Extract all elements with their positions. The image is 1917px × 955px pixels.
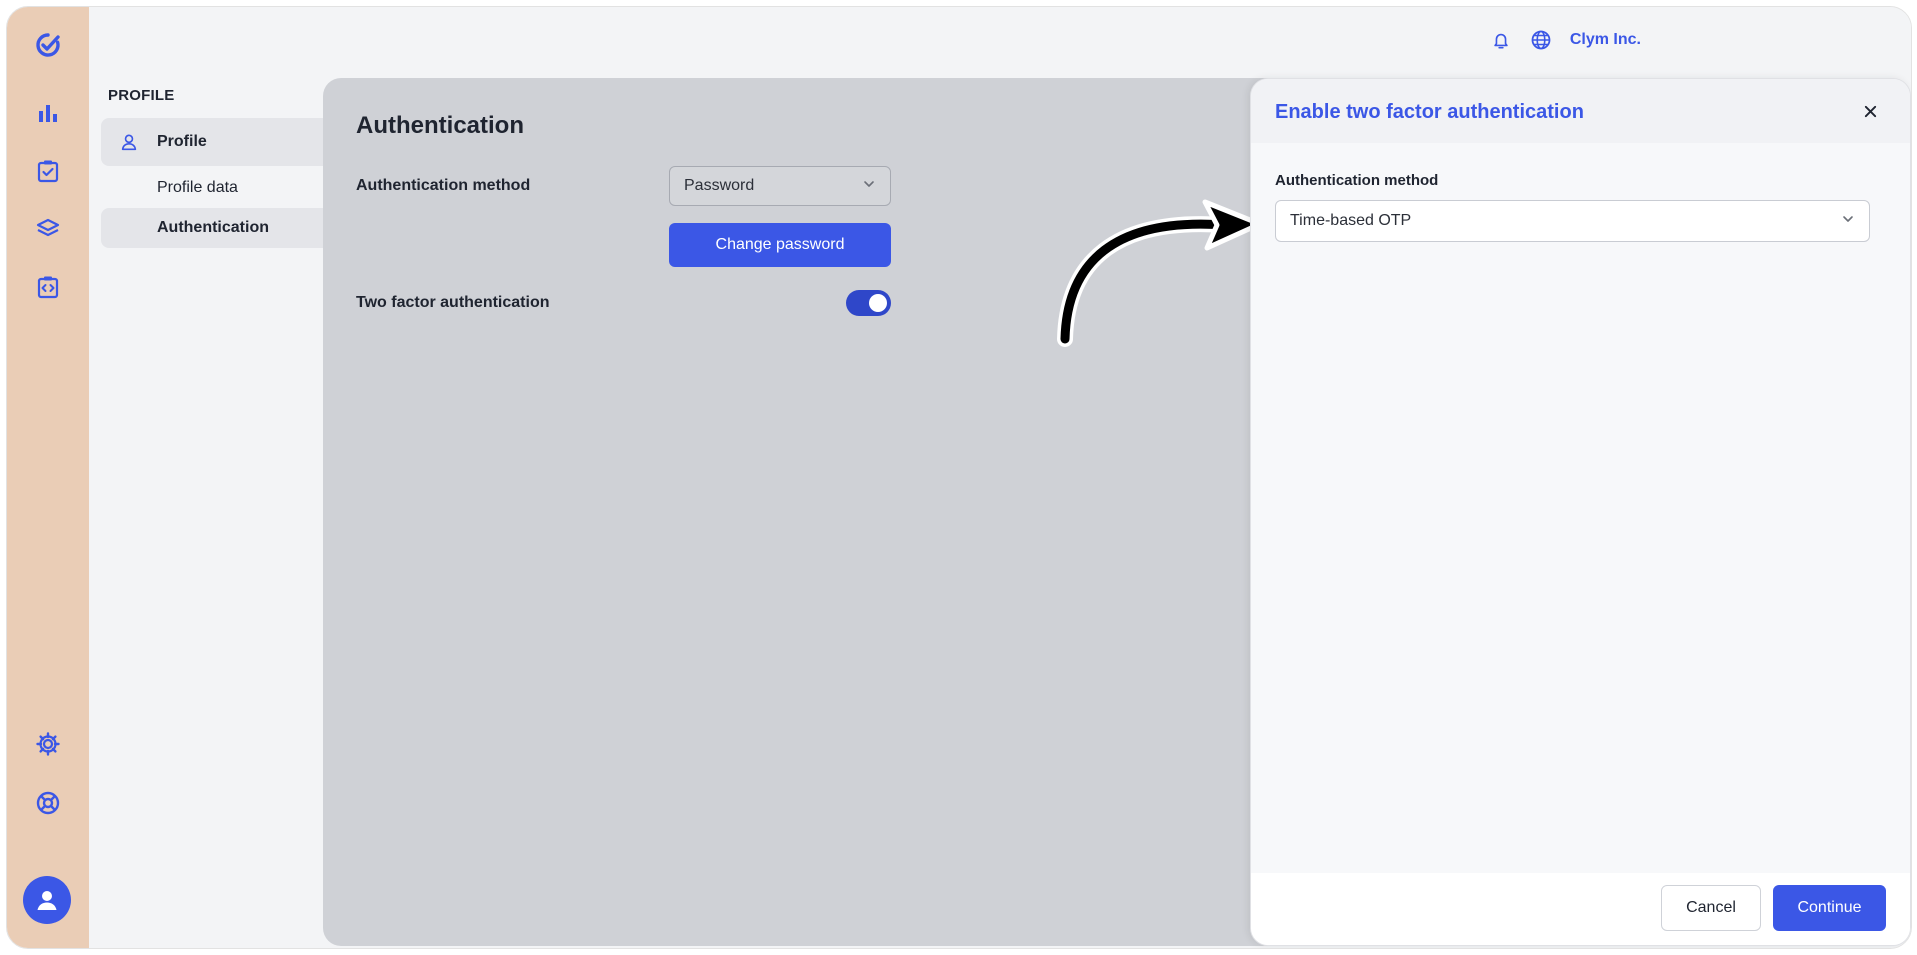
chevron-down-icon: [1841, 212, 1855, 231]
chevron-down-icon: [862, 177, 876, 196]
gear-icon[interactable]: [34, 730, 62, 758]
topbar: Clym Inc.: [1490, 29, 1641, 51]
page-title: Authentication: [356, 112, 524, 139]
company-name[interactable]: Clym Inc.: [1570, 31, 1641, 49]
panel-title: Enable two factor authentication: [1275, 101, 1584, 123]
two-factor-toggle[interactable]: [846, 290, 891, 316]
auth-method-select[interactable]: Password: [669, 166, 891, 206]
continue-button[interactable]: Continue: [1773, 885, 1886, 931]
app-frame: Clym Inc. PROFILE Profile Profile data A…: [6, 6, 1912, 949]
checklist-icon[interactable]: [34, 157, 62, 185]
layers-icon[interactable]: [34, 215, 62, 243]
code-clipboard-icon[interactable]: [34, 273, 62, 301]
lifebuoy-icon[interactable]: [34, 789, 62, 817]
annotation-arrow: [1057, 199, 1263, 347]
cancel-button[interactable]: Cancel: [1661, 885, 1761, 931]
panel-auth-method-value: Time-based OTP: [1290, 212, 1412, 229]
two-factor-label: Two factor authentication: [356, 294, 550, 311]
chart-icon[interactable]: [34, 99, 62, 127]
auth-method-label: Authentication method: [356, 177, 531, 194]
toggle-knob: [869, 294, 887, 312]
user-icon: [119, 131, 141, 153]
close-icon[interactable]: [1860, 101, 1880, 121]
panel-auth-method-select[interactable]: Time-based OTP: [1275, 200, 1870, 242]
panel-auth-method-label: Authentication method: [1275, 172, 1439, 189]
two-factor-side-panel: Enable two factor authentication Authent…: [1250, 78, 1911, 946]
logo-icon[interactable]: [34, 31, 62, 59]
bell-icon[interactable]: [1490, 29, 1512, 51]
avatar-icon[interactable]: [23, 876, 71, 924]
change-password-button[interactable]: Change password: [669, 223, 891, 267]
auth-method-value: Password: [684, 177, 755, 194]
globe-icon[interactable]: [1530, 29, 1552, 51]
icon-rail: [7, 7, 89, 948]
panel-footer: Cancel Continue: [1251, 873, 1910, 945]
panel-header: Enable two factor authentication: [1251, 79, 1910, 143]
subnav-item-profile-label: Profile: [157, 133, 207, 150]
